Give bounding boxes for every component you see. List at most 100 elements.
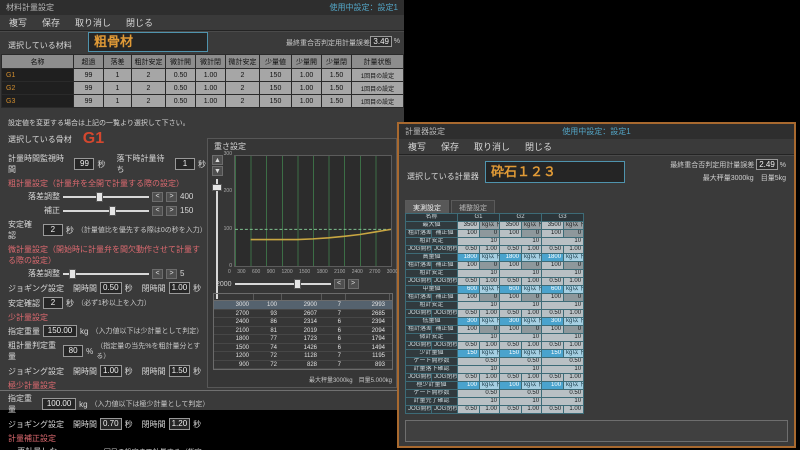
grid-cell[interactable]: 粗計落差 — [406, 326, 432, 334]
grid-cell[interactable]: 0 — [480, 294, 500, 302]
grid-cell[interactable]: 10 — [458, 334, 500, 342]
grid-cell[interactable]: G3 — [542, 214, 584, 222]
grid-cell[interactable]: 100 — [458, 262, 480, 270]
menu-item[interactable]: 保存 — [441, 140, 459, 153]
grid-cell[interactable]: JOG閉秒 — [432, 246, 458, 254]
small-open-input[interactable]: 1.00 — [100, 365, 122, 377]
grid-cell[interactable]: 1.00 — [522, 278, 542, 286]
grid-cell[interactable]: 1800 — [458, 254, 480, 262]
slider-decrement-button[interactable]: < — [152, 269, 163, 279]
grid-cell[interactable]: 名称 — [406, 214, 458, 222]
grid-cell[interactable]: 0.50 — [458, 342, 480, 350]
weight-table-row[interactable]: 120072112871195 — [214, 352, 392, 361]
grid-cell[interactable]: 3500 — [542, 222, 564, 230]
grid-cell[interactable]: G1 — [458, 214, 500, 222]
grid-cell[interactable]: 300 — [500, 318, 522, 326]
grid-cell[interactable]: 100 — [500, 262, 522, 270]
grid-cell[interactable]: kg以下 — [564, 318, 584, 326]
grid-cell[interactable]: 150 — [500, 350, 522, 358]
weight-table-row[interactable]: 180077172361794 — [214, 335, 392, 344]
grid-cell[interactable]: 0.50 — [542, 246, 564, 254]
grid-cell[interactable]: 0.50 — [500, 246, 522, 254]
grid-cell[interactable]: kg以下 — [522, 286, 542, 294]
grid-cell[interactable]: JOG閉秒 — [432, 342, 458, 350]
grid-cell[interactable]: 1.00 — [480, 310, 500, 318]
grid-cell[interactable]: 3500 — [458, 222, 480, 230]
grid-cell[interactable]: 補正値 — [432, 294, 458, 302]
fine-drop-slider[interactable] — [63, 273, 149, 275]
grid-cell[interactable]: 10 — [500, 270, 542, 278]
grid-cell[interactable]: 微計安定 — [406, 334, 458, 342]
grid-cell[interactable]: 1.00 — [564, 310, 584, 318]
grid-cell[interactable]: 0 — [480, 230, 500, 238]
grid-cell[interactable]: 最大値 — [406, 222, 458, 230]
grid-cell[interactable]: 10 — [458, 302, 500, 310]
grid-cell[interactable]: 100 — [458, 326, 480, 334]
grid-cell[interactable]: 補正値 — [432, 230, 458, 238]
grid-cell[interactable]: 100 — [500, 326, 522, 334]
grid-cell[interactable]: 0.50 — [542, 342, 564, 350]
grid-cell[interactable]: 0 — [564, 326, 584, 334]
grid-cell[interactable]: 10 — [542, 270, 584, 278]
grid-cell[interactable]: 0.50 — [542, 310, 564, 318]
grid-cell[interactable]: JOG閉秒 — [432, 374, 458, 382]
grid-cell[interactable]: 0.50 — [500, 374, 522, 382]
grid-cell[interactable]: 100 — [500, 294, 522, 302]
grid-cell[interactable]: 100 — [542, 262, 564, 270]
grid-cell[interactable]: 100 — [542, 382, 564, 390]
menu-item[interactable]: 閉じる — [126, 16, 153, 29]
grid-cell[interactable]: kg以下 — [480, 254, 500, 262]
grid-cell[interactable]: 0 — [564, 294, 584, 302]
grid-cell[interactable]: 1.00 — [480, 406, 500, 414]
grid-cell[interactable]: 0 — [564, 262, 584, 270]
grid-cell[interactable]: kg以下 — [480, 350, 500, 358]
grid-cell[interactable]: 100 — [542, 294, 564, 302]
slider-increment-button[interactable]: > — [348, 279, 359, 289]
grid-cell[interactable]: 0.50 — [500, 390, 542, 398]
grid-cell[interactable]: 1.00 — [564, 278, 584, 286]
grid-cell[interactable]: ゲート開秒数 — [406, 390, 458, 398]
coarse-corr-slider[interactable] — [63, 210, 149, 212]
grid-cell[interactable]: kg以下 — [480, 222, 500, 230]
grid-cell[interactable]: 100 — [458, 382, 480, 390]
weight-table-row[interactable]: 210081201962094 — [214, 327, 392, 336]
grid-cell[interactable]: 10 — [458, 270, 500, 278]
grid-cell[interactable]: 150 — [542, 350, 564, 358]
grid-cell[interactable]: kg以下 — [564, 254, 584, 262]
menu-item[interactable]: 閉じる — [525, 140, 552, 153]
grid-cell[interactable]: 10 — [500, 398, 542, 406]
grid-cell[interactable]: JOG閉秒 — [432, 310, 458, 318]
grid-cell[interactable]: 10 — [542, 238, 584, 246]
grid-cell[interactable]: 3500 — [500, 222, 522, 230]
grid-cell[interactable]: kg以下 — [564, 350, 584, 358]
grid-cell[interactable]: 0.50 — [542, 406, 564, 414]
grid-cell[interactable]: 1.00 — [522, 310, 542, 318]
grid-cell[interactable]: 0.50 — [500, 278, 522, 286]
title-bar[interactable]: 計量器設定 使用中設定：設定1 — [399, 124, 794, 139]
grid-cell[interactable]: 10 — [500, 366, 542, 374]
grid-cell[interactable]: 補正値 — [432, 326, 458, 334]
grid-cell[interactable]: 0.50 — [542, 390, 584, 398]
material-input[interactable]: 粗骨材 — [88, 32, 208, 52]
coarse-drop-slider[interactable] — [63, 196, 149, 198]
grid-cell[interactable]: 600 — [458, 286, 480, 294]
grid-cell[interactable]: 低量値 — [406, 318, 458, 326]
coarse-stable-input[interactable]: 2 — [43, 224, 63, 236]
tiny-close-input[interactable]: 1.20 — [169, 418, 191, 430]
slider-increment-button[interactable]: > — [166, 192, 177, 202]
grid-cell[interactable]: 150 — [458, 350, 480, 358]
grid-cell[interactable]: 0.50 — [500, 406, 522, 414]
grid-cell[interactable]: kg以下 — [564, 382, 584, 390]
grid-cell[interactable]: 1800 — [500, 254, 522, 262]
small-close-input[interactable]: 1.50 — [169, 365, 191, 377]
grid-cell[interactable]: JOG開秒 — [406, 310, 432, 318]
menu-item[interactable]: 取り消し — [474, 140, 510, 153]
grid-cell[interactable]: kg以下 — [522, 350, 542, 358]
grid-cell[interactable]: 少計量値 — [406, 350, 458, 358]
fine-stable-input[interactable]: 2 — [43, 297, 63, 309]
grid-cell[interactable]: JOG開秒 — [406, 278, 432, 286]
grid-cell[interactable]: kg以下 — [522, 222, 542, 230]
materials-table-row[interactable]: G299120.501.0021501.001.501回目の設定 — [2, 82, 404, 95]
menu-item[interactable]: 複写 — [408, 140, 426, 153]
grid-cell[interactable]: 0 — [522, 230, 542, 238]
